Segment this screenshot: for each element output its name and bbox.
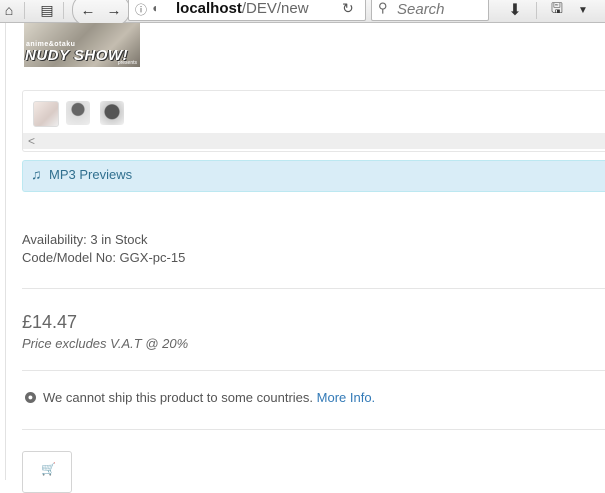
- search-placeholder: Search: [397, 1, 445, 18]
- divider: [22, 429, 605, 430]
- mp3-previews-label[interactable]: MP3 Previews: [49, 167, 132, 182]
- thumbnail-gallery: <: [22, 90, 605, 152]
- menu-arrow-icon[interactable]: ▼: [574, 0, 592, 20]
- product-price: £14.47: [22, 312, 78, 332]
- shipping-notice-text: We cannot ship this product to some coun…: [43, 390, 314, 405]
- thumbnail-image[interactable]: [33, 101, 59, 127]
- mp3-previews-panel[interactable]: ♫ MP3 Previews: [22, 160, 605, 192]
- url-host: localhost: [176, 0, 242, 17]
- logo-tag-text: presents: [117, 60, 137, 66]
- more-info-link[interactable]: More Info.: [317, 390, 376, 405]
- save-icon[interactable]: 🖫: [545, 0, 569, 20]
- divider: [22, 288, 605, 289]
- download-icon[interactable]: ⬇: [504, 0, 526, 20]
- search-input[interactable]: ⚲ Search: [371, 0, 489, 21]
- music-note-icon: ♫: [31, 166, 42, 182]
- cart-icon: 🛒: [41, 462, 56, 476]
- url-text[interactable]: localhost/DEV/new: [176, 0, 336, 17]
- reload-icon[interactable]: ↻: [342, 0, 354, 17]
- url-path: /DEV/new: [241, 0, 309, 17]
- toolbar-separator: [536, 2, 537, 19]
- shipping-notice: We cannot ship this product to some coun…: [43, 390, 375, 405]
- vat-note: Price excludes V.A.T @ 20%: [22, 336, 189, 351]
- toolbar-separator: [24, 2, 25, 19]
- availability-text: Availability: 3 in Stock: [22, 232, 148, 247]
- divider: [22, 370, 605, 371]
- thumbnail-image[interactable]: [66, 101, 90, 125]
- home-icon[interactable]: ⌂: [0, 0, 18, 20]
- toolbar-separator: [63, 2, 64, 19]
- forward-icon[interactable]: →: [104, 0, 124, 20]
- back-icon[interactable]: ←: [75, 0, 101, 20]
- horizontal-scrollbar[interactable]: <: [23, 133, 605, 149]
- browser-toolbar: ⌂ ▤ ← → ⓘ ◖ localhost/DEV/new ↻ ⚲ Search…: [0, 0, 605, 26]
- model-code-text: Code/Model No: GGX-pc-15: [22, 250, 186, 265]
- shield-icon[interactable]: ◖: [151, 1, 158, 15]
- search-icon: ⚲: [378, 0, 388, 15]
- thumbnail-image[interactable]: [100, 101, 124, 125]
- page-border: [5, 23, 6, 480]
- url-bar[interactable]: ⓘ ◖ localhost/DEV/new ↻: [128, 0, 366, 21]
- reader-icon[interactable]: ▤: [37, 0, 57, 20]
- info-icon[interactable]: ⓘ: [135, 1, 147, 18]
- globe-icon: ●: [25, 392, 36, 403]
- add-to-cart-button[interactable]: 🛒: [22, 451, 72, 493]
- scroll-left-arrow[interactable]: <: [28, 133, 35, 149]
- product-logo: anime&otaku NUDY SHOW! presents: [24, 23, 140, 67]
- logo-main-text: NUDY SHOW!: [25, 47, 129, 64]
